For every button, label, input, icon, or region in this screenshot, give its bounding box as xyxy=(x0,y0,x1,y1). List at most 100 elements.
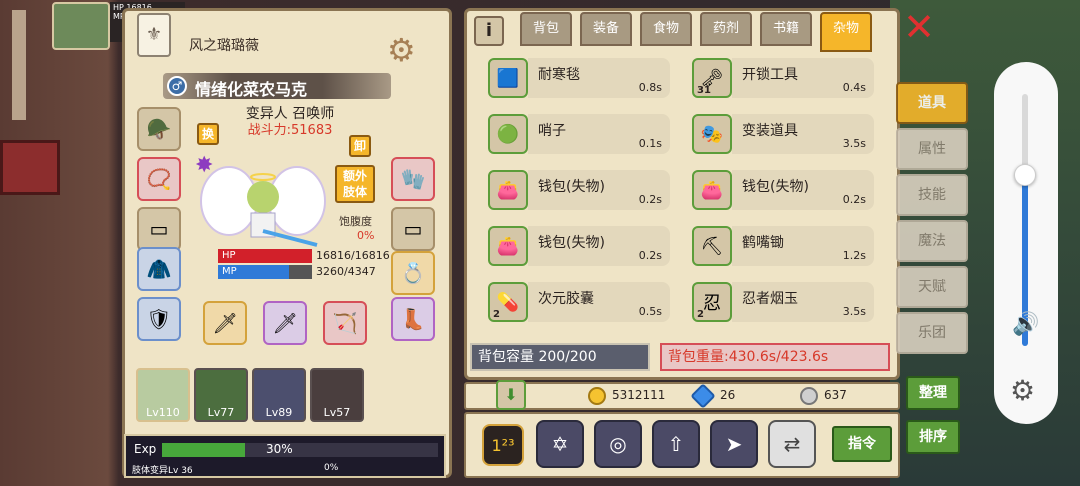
pet-slot-4[interactable]: Lv57 xyxy=(310,368,364,422)
item-icon[interactable]: 🗝 31 xyxy=(692,58,732,98)
storage-icon[interactable]: ⬇ xyxy=(496,380,526,410)
portal-icon[interactable]: ◎ xyxy=(594,420,642,468)
sort-button[interactable]: 排序 xyxy=(906,420,960,454)
item-glyph: 🟢 xyxy=(496,123,520,145)
amulet-slot[interactable]: 📿 xyxy=(137,157,181,201)
item-glyph: 👛 xyxy=(496,235,520,257)
close-icon[interactable]: ✕ xyxy=(902,8,936,46)
bag-capacity: 背包容量 200/200 xyxy=(470,343,650,371)
item-icon[interactable]: 👛 xyxy=(488,170,528,210)
diamond-icon xyxy=(690,383,716,409)
action-row: 1²³ ✡ ◎ ⇧ ➤ ⇄ 指令 xyxy=(464,412,900,478)
ring-slot[interactable]: 💍 xyxy=(391,251,435,295)
diamond-amount: 26 xyxy=(720,388,736,402)
bag-weight: 背包重量:430.6s/423.6s xyxy=(660,343,890,371)
bag-item[interactable]: 👛 钱包(失物) 0.2s xyxy=(478,166,670,214)
tab-equipment[interactable]: 装备 xyxy=(580,12,632,46)
bag-item[interactable]: 🗝 31 开锁工具 0.4s xyxy=(682,54,874,102)
item-name: 鹤嘴锄 xyxy=(742,235,784,251)
helmet-slot[interactable]: 🪖 xyxy=(137,107,181,151)
bag-item[interactable]: ⛏ 鹤嘴锄 1.2s xyxy=(682,222,874,270)
tab-books[interactable]: 书籍 xyxy=(760,12,812,46)
unequip-button[interactable]: 卸 xyxy=(349,135,371,157)
volume-panel: 🔊 ⚙ xyxy=(994,62,1058,424)
bag-item[interactable]: 👛 钱包(失物) 0.2s xyxy=(682,166,874,214)
weapon-slot-1[interactable]: 🗡 xyxy=(203,301,247,345)
tab-backpack[interactable]: 背包 xyxy=(520,12,572,46)
bag-item[interactable]: 忍 2 忍者烟玉 3.5s xyxy=(682,278,874,326)
pet-level: Lv77 xyxy=(207,406,235,419)
gear-icon[interactable]: ⚙ xyxy=(1010,374,1035,407)
pet-slot-3[interactable]: Lv89 xyxy=(252,368,306,422)
item-icon[interactable]: 🟢 xyxy=(488,114,528,154)
item-glyph: 🎭 xyxy=(700,123,724,145)
item-icon[interactable]: 💊 2 xyxy=(488,282,528,322)
side-tab-skills[interactable]: 技能 xyxy=(896,174,968,216)
weapon-slot-3[interactable]: 🏹 xyxy=(323,301,367,345)
item-icon[interactable]: 👛 xyxy=(488,226,528,266)
pet-slot-2[interactable]: Lv77 xyxy=(194,368,248,422)
side-tab-items[interactable]: 道具 xyxy=(896,82,968,124)
item-name: 次元胶囊 xyxy=(538,291,594,307)
speaker-icon[interactable]: 🔊 xyxy=(1012,312,1039,337)
item-count: 2 xyxy=(697,309,704,320)
item-glyph: 🟦 xyxy=(496,67,520,89)
side-tab-attributes[interactable]: 属性 xyxy=(896,128,968,170)
cloak-slot[interactable]: 🧥 xyxy=(137,247,181,291)
mp-label: MP xyxy=(222,266,237,277)
item-weight: 1.2s xyxy=(842,249,866,262)
guild-badge-icon[interactable]: ⚜ xyxy=(137,13,171,57)
number-toggle-icon[interactable]: 1²³ xyxy=(482,424,524,466)
upgrade-icon[interactable]: ⇧ xyxy=(652,420,700,468)
item-icon[interactable]: 🎭 xyxy=(692,114,732,154)
volume-knob[interactable] xyxy=(1014,163,1036,186)
tab-food[interactable]: 食物 xyxy=(640,12,692,46)
limb-mutation-label: 肢体变异Lv 36 xyxy=(132,466,193,476)
organize-button[interactable]: 整理 xyxy=(906,376,960,410)
item-glyph: 👛 xyxy=(700,179,724,201)
extra-limb-button[interactable]: 额外 肢体 xyxy=(335,165,375,203)
pentagram-icon[interactable]: ✡ xyxy=(536,420,584,468)
swap-icon[interactable]: ⇄ xyxy=(768,420,816,468)
bag-item[interactable]: 👛 钱包(失物) 0.2s xyxy=(478,222,670,270)
hp-bar: HP xyxy=(218,249,312,263)
side-tab-band[interactable]: 乐团 xyxy=(896,312,968,354)
bag-item[interactable]: 🎭 变装道具 3.5s xyxy=(682,110,874,158)
guild-name: 风之璐璐薇 xyxy=(189,38,259,54)
item-weight: 0.5s xyxy=(638,305,662,318)
empty-slot-left[interactable]: ▭ xyxy=(137,207,181,251)
side-tab-talent[interactable]: 天赋 xyxy=(896,266,968,308)
pet-slot-1[interactable]: Lv110 xyxy=(136,368,190,422)
satiety-label: 饱腹度 xyxy=(339,215,372,228)
dash-icon[interactable]: ➤ xyxy=(710,420,758,468)
item-glyph: 忍 xyxy=(703,293,721,314)
item-icon[interactable]: ⛏ xyxy=(692,226,732,266)
exp-panel: Exp 30% 肢体变异Lv 36 0% xyxy=(124,434,446,478)
boots-slot[interactable]: 👢 xyxy=(391,297,435,341)
exp-fill xyxy=(162,443,245,457)
weapon-slot-2[interactable]: 🗡 xyxy=(263,301,307,345)
bag-item[interactable]: 🟢 哨子 0.1s xyxy=(478,110,670,158)
empty-slot-right[interactable]: ▭ xyxy=(391,207,435,251)
info-icon[interactable]: i xyxy=(474,16,504,46)
gloves-slot[interactable]: 🧤 xyxy=(391,157,435,201)
silver-coin-icon xyxy=(800,387,818,405)
item-icon[interactable]: 👛 xyxy=(692,170,732,210)
swap-button[interactable]: 换 xyxy=(197,123,219,145)
item-name: 哨子 xyxy=(538,123,566,139)
command-button[interactable]: 指令 xyxy=(832,426,892,462)
item-icon[interactable]: 忍2 xyxy=(692,282,732,322)
shelf-decor xyxy=(0,140,60,195)
item-icon[interactable]: 🟦 xyxy=(488,58,528,98)
tab-misc[interactable]: 杂物 xyxy=(820,12,872,52)
armor-slot[interactable]: 🛡 xyxy=(137,297,181,341)
currency-row: ⬇ 5312111 26 637 xyxy=(464,380,900,410)
wardrobe-hanger-icon[interactable]: ⚙ xyxy=(387,31,416,69)
side-tab-magic[interactable]: 魔法 xyxy=(896,220,968,262)
volume-slider[interactable] xyxy=(1022,94,1028,346)
bag-tabs: i 背包 装备 食物 药剂 书籍 杂物 xyxy=(466,10,898,56)
bag-item[interactable]: 💊 2 次元胶囊 0.5s xyxy=(478,278,670,326)
player-avatar[interactable] xyxy=(52,2,110,50)
bag-item[interactable]: 🟦 耐寒毯 0.8s xyxy=(478,54,670,102)
tab-potion[interactable]: 药剂 xyxy=(700,12,752,46)
